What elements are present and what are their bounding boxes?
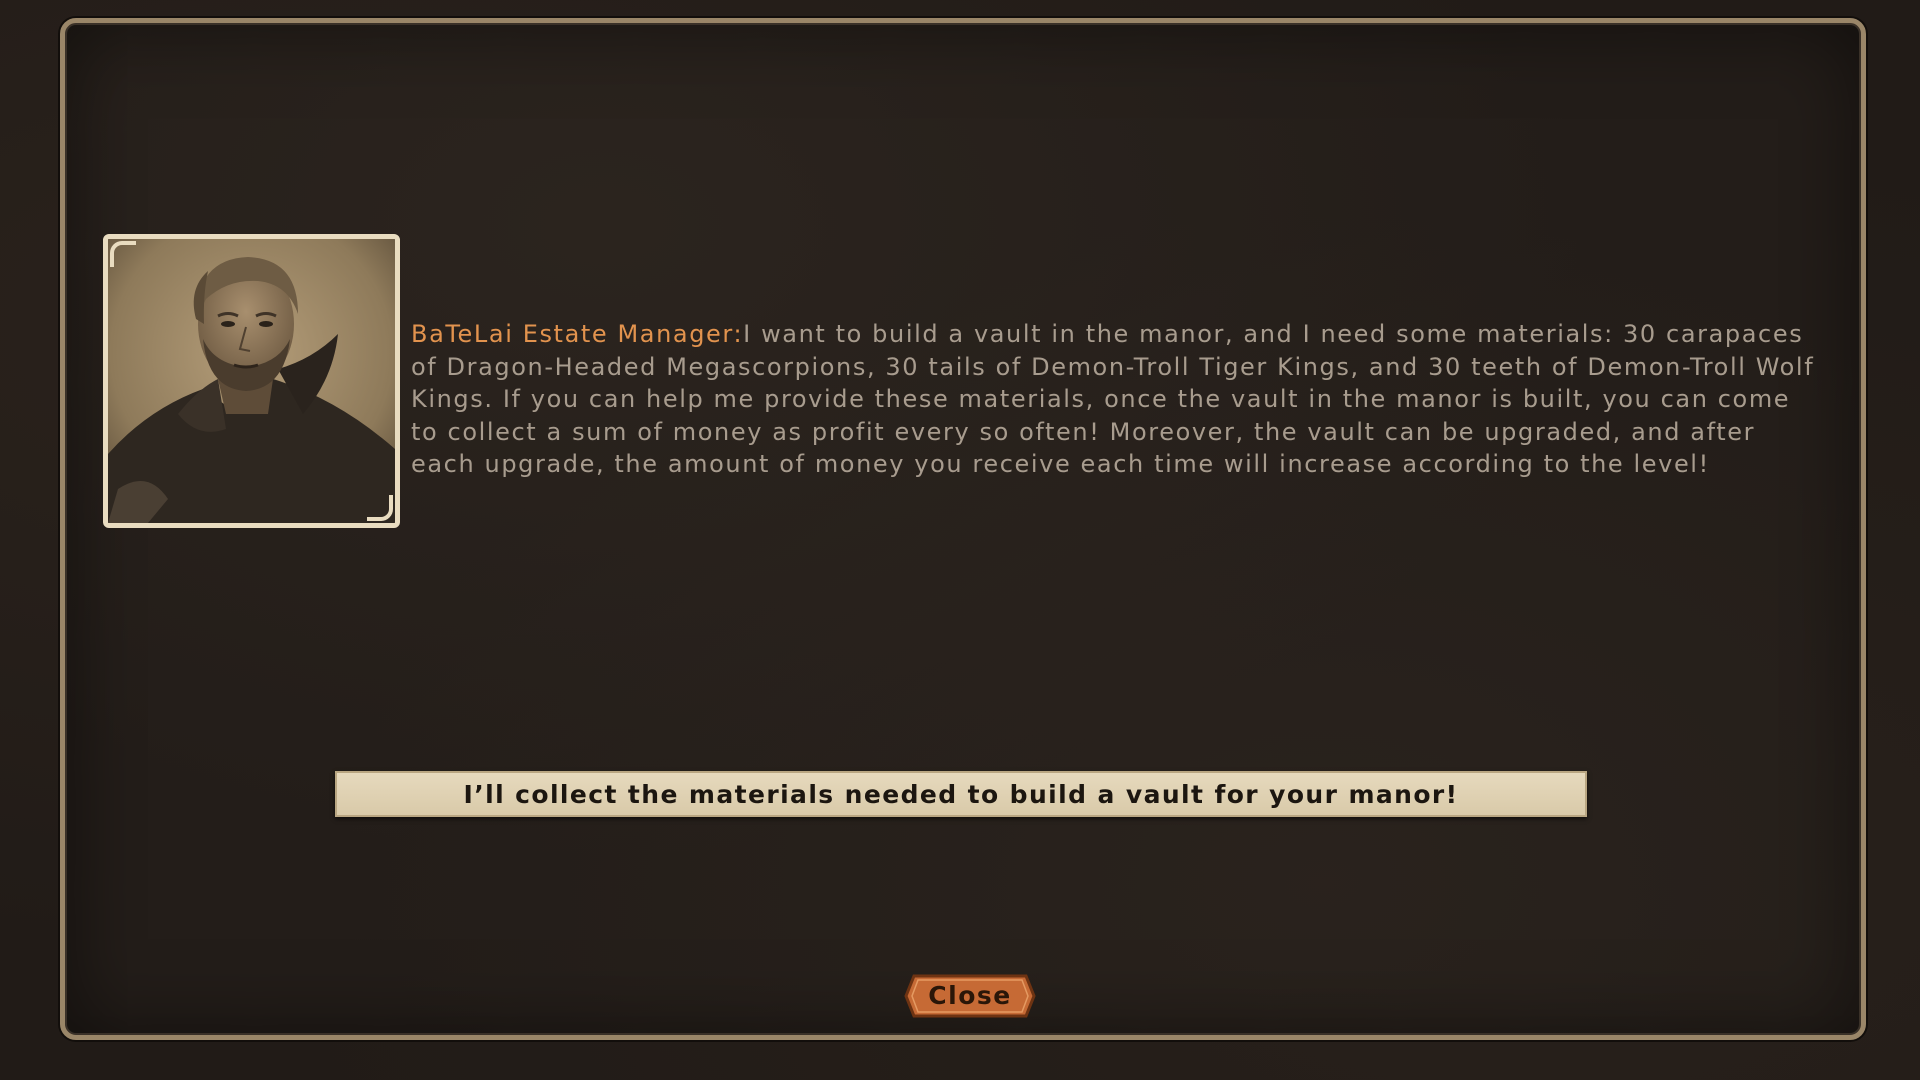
game-screen: BaTeLai Estate Manager:I want to build a… <box>0 0 1920 1080</box>
close-button[interactable]: Close <box>904 974 1036 1018</box>
speaker-name: BaTeLai Estate Manager: <box>411 320 744 348</box>
close-button-label: Close <box>928 981 1012 1010</box>
npc-portrait-bearded-man-icon <box>108 239 395 523</box>
dialog-text: BaTeLai Estate Manager:I want to build a… <box>411 318 1821 481</box>
frame-corner-ornament <box>367 495 393 521</box>
response-option-button[interactable]: I’ll collect the materials needed to bui… <box>335 771 1587 817</box>
npc-portrait <box>103 234 400 528</box>
response-option-label: I’ll collect the materials needed to bui… <box>463 779 1459 809</box>
frame-corner-ornament <box>110 241 136 267</box>
dialog-panel <box>60 18 1866 1040</box>
